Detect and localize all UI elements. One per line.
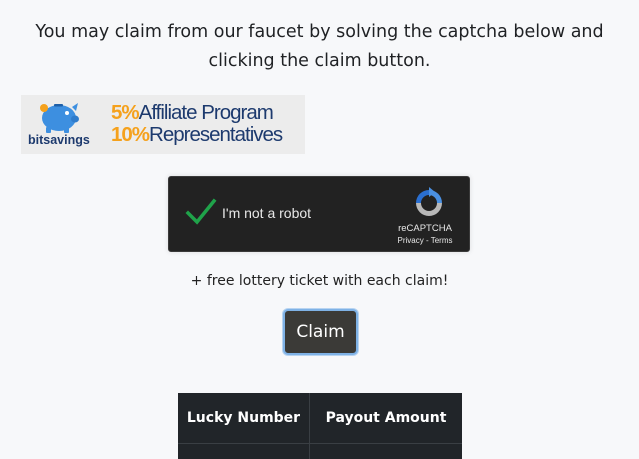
terms-link[interactable]: Terms xyxy=(431,236,453,245)
column-header-payout-amount: Payout Amount xyxy=(325,410,447,426)
not-a-robot-label[interactable]: I'm not a robot xyxy=(222,205,311,221)
table-header-row: Lucky Number Payout Amount xyxy=(178,393,462,444)
representatives-percent: 10% xyxy=(111,123,150,146)
instructions-line-2: clicking the claim button. xyxy=(208,51,431,71)
recaptcha-logo-icon xyxy=(416,187,442,216)
bitsavings-ad-banner[interactable]: bitsavings 5%Affiliate Program 10%Repres… xyxy=(21,95,305,154)
column-header-lucky-number: Lucky Number xyxy=(178,393,310,443)
claim-button[interactable]: Claim xyxy=(283,309,358,355)
affiliate-percent: 5% xyxy=(111,101,140,124)
recaptcha-widget: I'm not a robot reCAPTCHA Privacy - Term… xyxy=(168,176,470,252)
table-cell xyxy=(310,444,462,459)
faucet-instructions: You may claim from our faucet by solving… xyxy=(0,18,639,76)
instructions-line-1: You may claim from our faucet by solving… xyxy=(35,22,604,42)
banner-affiliate-line: 5%Affiliate Program xyxy=(111,101,274,125)
table-row xyxy=(178,444,462,459)
checkmark-icon[interactable] xyxy=(185,197,217,227)
representatives-text: Representatives xyxy=(149,123,283,146)
recaptcha-name: reCAPTCHA xyxy=(398,223,452,234)
link-separator: - xyxy=(423,236,431,245)
affiliate-text: Affiliate Program xyxy=(138,101,274,124)
privacy-link[interactable]: Privacy xyxy=(398,236,424,245)
lucky-number-table: Lucky Number Payout Amount xyxy=(178,393,462,459)
table-cell xyxy=(178,444,310,459)
lottery-ticket-note: + free lottery ticket with each claim! xyxy=(190,273,449,289)
piggy-bank-icon xyxy=(40,103,79,133)
banner-representatives-line: 10%Representatives xyxy=(111,123,283,147)
banner-brand-name: bitsavings xyxy=(28,133,90,147)
recaptcha-links: Privacy - Terms xyxy=(390,236,460,245)
